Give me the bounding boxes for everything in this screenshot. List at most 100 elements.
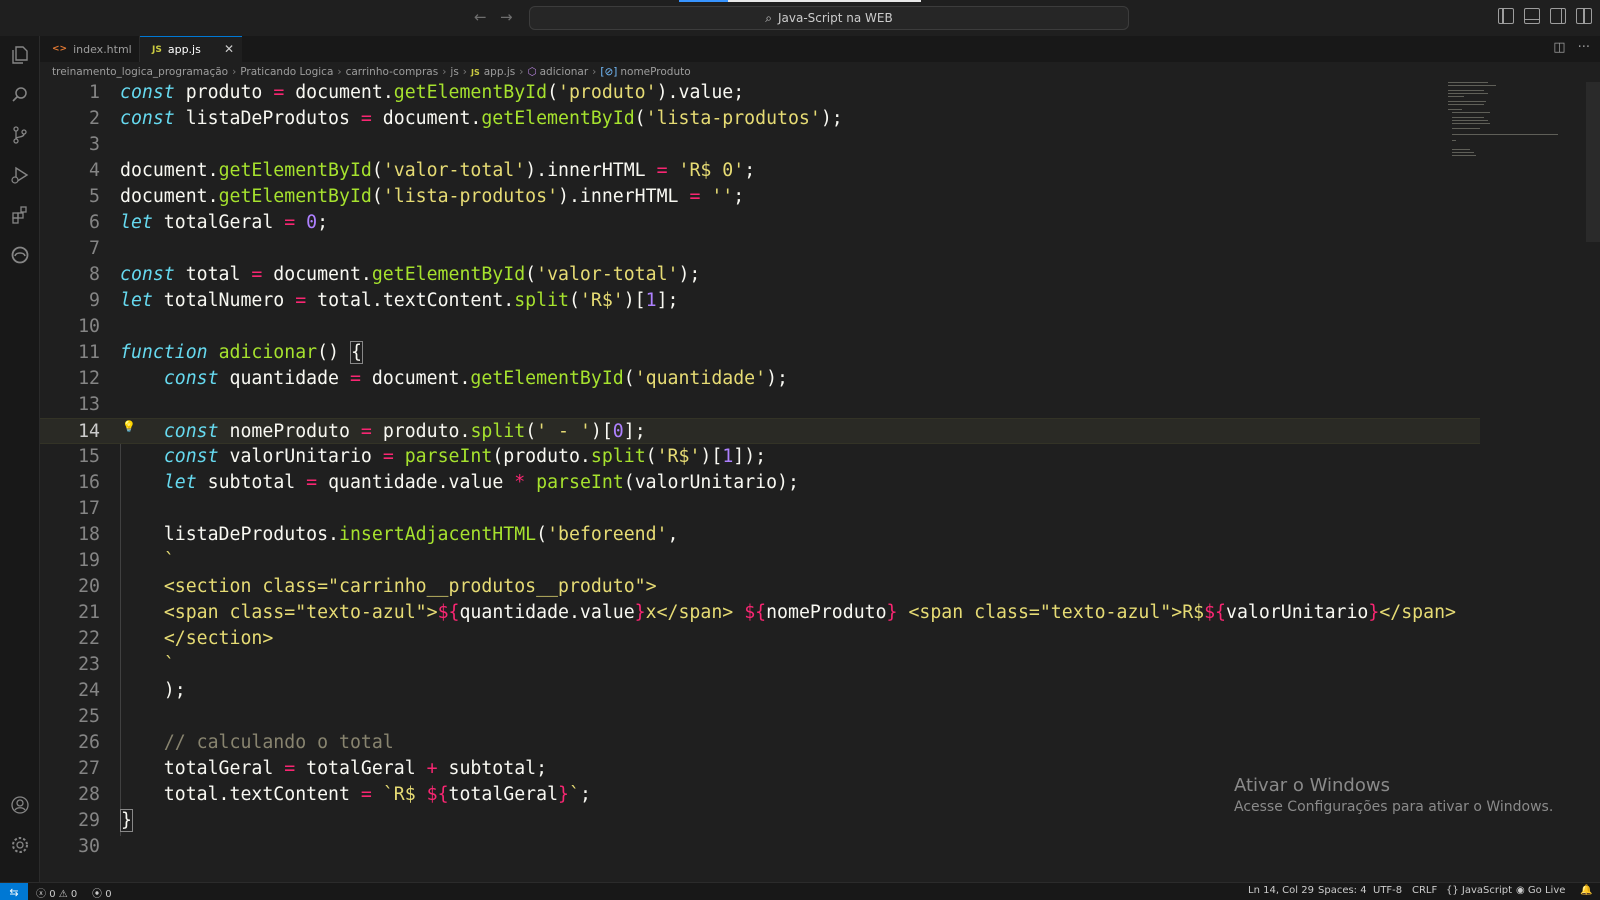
code-line: 21 <span class="texto-azul">${quantidade… [78,602,1456,623]
activity-bar [0,36,40,882]
chevron-right-icon: › [592,66,597,78]
code-line: 7 [89,238,100,259]
code-line: 25 [78,706,100,727]
progress-indicator-track [728,0,921,2]
toggle-secondary-sidebar-icon[interactable] [1550,8,1566,24]
encoding-status[interactable]: UTF-8 [1373,885,1402,896]
close-icon[interactable]: ✕ [224,42,234,56]
status-bar: ⇆ ⓧ 0 ⚠ 0 ⦿ 0 Ln 14, Col 29 Spaces: 4 UT… [0,882,1600,900]
language-label: JavaScript [1461,885,1513,896]
code-editor[interactable]: 1 const produto = document.getElementById… [40,82,1600,882]
breadcrumb: treinamento_logica_programação › Pratican… [40,62,1600,82]
js-file-icon: JS [471,67,480,77]
editor-tab-bar: <> index.html JS app.js ✕ ◫ ··· [40,36,1600,62]
ports-count: 0 [105,889,112,900]
more-actions-icon[interactable]: ··· [1578,40,1590,55]
code-line: 2 const listaDeProdutos = document.getEle… [89,108,843,129]
code-line: 12 const quantidade = document.getElemen… [78,368,788,389]
code-line: 10 [78,316,100,337]
chevron-right-icon: › [337,66,342,78]
problems-status[interactable]: ⓧ 0 ⚠ 0 [36,885,77,900]
code-line: 5 document.getElementById('lista-produtos… [89,186,745,207]
notifications-bell-icon[interactable]: 🔔 [1580,885,1592,896]
explorer-icon[interactable] [9,44,31,66]
html-file-icon: <> [52,44,68,54]
code-line: 1 const produto = document.getElementById… [89,82,745,103]
layout-controls [1498,8,1592,24]
arrow-right-icon[interactable]: → [500,8,513,26]
breadcrumb-item[interactable]: js [450,66,458,78]
chevron-right-icon: › [462,66,467,78]
code-line: 18 listaDeProdutos.insertAdjacentHTML('b… [78,524,679,545]
progress-indicator [679,0,728,2]
variable-symbol-icon: [⊘] [600,66,618,78]
watermark-title: Ativar o Windows [1234,775,1390,796]
function-symbol-icon: ⬡ [527,66,537,78]
code-line: 8 const total = document.getElementById('… [89,264,701,285]
minimap[interactable] [1444,82,1560,162]
code-line: 19 ` [78,550,175,571]
cursor-position[interactable]: Ln 14, Col 29 [1248,885,1314,896]
chevron-right-icon: › [442,66,447,78]
run-debug-icon[interactable] [9,164,31,186]
code-line: 16 let subtotal = quantidade.value * par… [78,472,799,493]
toggle-panel-icon[interactable] [1524,8,1540,24]
lightbulb-icon[interactable]: 💡 [122,420,136,433]
broadcast-icon: ◉ [1516,885,1525,896]
workspace-title: Java-Script na WEB [777,11,893,25]
warning-icon: ⚠ [58,889,68,900]
windows-activation-watermark: Ativar o Windows Acesse Configurações pa… [1234,775,1553,815]
tab-label: index.html [73,42,132,56]
title-bar: ← → ⌕ Java-Script na WEB [0,0,1600,36]
code-line: 11 function adicionar() { [78,341,363,364]
code-line: 13 [78,394,100,415]
eol-status[interactable]: CRLF [1412,885,1437,896]
code-line: 17 [78,498,100,519]
indentation-status[interactable]: Spaces: 4 [1318,885,1367,896]
search-icon[interactable] [9,84,31,106]
code-line: 15 const valorUnitario = parseInt(produt… [78,446,767,467]
code-line: 23 ` [78,654,175,675]
edge-devtools-icon[interactable] [9,244,31,266]
tab-index-html[interactable]: <> index.html [40,36,140,62]
customize-layout-icon[interactable] [1576,8,1592,24]
code-line: 3 [89,134,100,155]
watermark-subtitle: Acesse Configurações para ativar o Windo… [1234,799,1554,815]
code-line: 22 </section> [78,628,274,649]
ports-status[interactable]: ⦿ 0 [92,885,112,900]
code-line: 20 <section class="carrinho__produtos__p… [78,576,657,597]
account-icon[interactable] [9,794,31,816]
chevron-right-icon: › [519,66,524,78]
split-editor-icon[interactable]: ◫ [1553,40,1565,55]
vertical-scrollbar[interactable] [1586,82,1600,242]
warning-count: 0 [70,889,78,900]
breadcrumb-function[interactable]: adicionar [540,66,589,78]
breadcrumb-item[interactable]: Praticando Logica [240,66,333,78]
editor-actions: ◫ ··· [1553,40,1590,55]
go-live-button[interactable]: ◉ Go Live [1516,885,1565,896]
code-line: 9 let totalNumero = total.textContent.spl… [89,290,679,311]
breadcrumb-item[interactable]: treinamento_logica_programação [52,66,228,78]
js-file-icon: JS [152,44,162,55]
toggle-primary-sidebar-icon[interactable] [1498,8,1514,24]
breadcrumb-file[interactable]: app.js [484,66,516,78]
tab-app-js[interactable]: JS app.js ✕ [140,36,242,62]
extensions-icon[interactable] [9,204,31,226]
braces-icon: {} [1446,885,1459,896]
remote-indicator-icon[interactable]: ⇆ [0,883,28,900]
code-line: 6 let totalGeral = 0; [89,212,329,233]
broadcast-icon: ⦿ [92,889,102,900]
code-line: 30 [78,836,100,857]
tab-label: app.js [167,43,201,56]
source-control-icon[interactable] [9,124,31,146]
arrow-left-icon[interactable]: ← [474,8,487,26]
chevron-right-icon: › [232,66,237,78]
breadcrumb-item[interactable]: carrinho-compras [346,66,439,78]
command-center-search[interactable]: ⌕ Java-Script na WEB [529,6,1129,30]
error-icon: ⓧ [36,889,46,900]
search-icon: ⌕ [765,10,772,25]
breadcrumb-variable[interactable]: nomeProduto [620,66,690,78]
language-mode[interactable]: {} JavaScript [1446,885,1512,896]
settings-gear-icon[interactable] [9,834,31,856]
current-code-line: 14 const nomeProduto = produto.split(' -… [40,418,1480,444]
